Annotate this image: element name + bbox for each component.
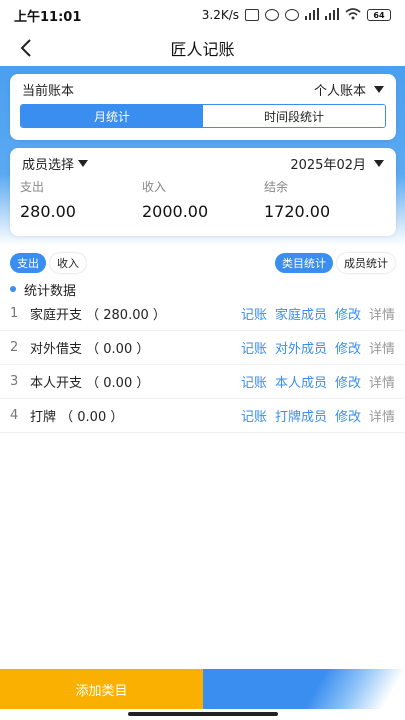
month-label: 2025年02月 [290,157,366,173]
stat-value: 1720.00 [264,202,331,221]
period-segmented-control: 月统计 时间段统计 [20,104,386,128]
members-link[interactable]: 本人成员 [275,372,327,391]
member-select-label: 成员选择 [22,157,75,173]
details-link[interactable]: 详情 [369,338,395,357]
stat-balance: 结余 1720.00 [264,178,386,221]
dropdown-caret-icon [78,159,89,167]
signal-icon-2 [325,7,339,23]
month-selector[interactable]: 2025年02月 [290,154,384,173]
item-index: 3 [10,374,19,389]
signal-icon [305,7,319,23]
section-title-text: 统计数据 [24,283,77,299]
edit-link[interactable]: 修改 [335,372,361,391]
tab-expense[interactable]: 支出 [10,253,46,273]
details-link[interactable]: 详情 [369,406,395,425]
list-item: 4 打牌 （ 0.00 ） 记账 打牌成员 修改 详情 [0,399,405,433]
record-link[interactable]: 记账 [241,406,267,425]
account-selected: 个人账本 [313,83,366,99]
record-link[interactable]: 记账 [241,304,267,323]
members-link[interactable]: 打牌成员 [275,406,327,425]
filter-tabs: 支出 收入 类目统计 成员统计 [0,252,405,274]
item-index: 4 [10,408,19,423]
edit-link[interactable]: 修改 [335,406,361,425]
nfc-icon [245,9,259,21]
stat-label: 支出 [20,180,45,194]
stat-value: 280.00 [20,202,76,221]
list-item: 1 家庭开支 （ 280.00 ） 记账 家庭成员 修改 详情 [0,297,405,331]
nav-bar: 匠人记账 [0,30,405,66]
stat-expense: 支出 280.00 [20,178,142,221]
summary-card: 成员选择 2025年02月 支出 280.00 收入 2000.00 结余 17… [10,148,396,236]
item-index: 2 [10,340,19,355]
tab-category-stats[interactable]: 类目统计 [275,253,333,273]
secondary-action-button[interactable] [203,669,405,709]
stat-value: 2000.00 [142,202,209,221]
add-category-button[interactable]: 添加类目 [0,669,203,709]
home-indicator [128,712,278,716]
members-link[interactable]: 家庭成员 [275,304,327,323]
member-selector[interactable]: 成员选择 [22,154,89,173]
back-button[interactable] [14,36,38,60]
record-link[interactable]: 记账 [241,338,267,357]
account-label: 当前账本 [22,83,75,99]
tab-monthly[interactable]: 月统计 [21,105,203,127]
status-bar: 上午11:01 3.2K/s 64 [0,0,405,30]
details-link[interactable]: 详情 [369,372,395,391]
battery-icon: 64 [367,9,391,21]
list-item: 2 对外借支 （ 0.00 ） 记账 对外成员 修改 详情 [0,331,405,365]
network-speed: 3.2K/s [201,8,239,22]
footer-bar: 添加类目 [0,669,405,709]
section-title: 统计数据 [10,280,77,299]
wifi-icon [345,7,361,23]
details-link[interactable]: 详情 [369,304,395,323]
record-link[interactable]: 记账 [241,372,267,391]
item-actions: 记账 对外成员 修改 详情 [241,338,395,357]
account-card: 当前账本 个人账本 月统计 时间段统计 [10,74,396,140]
chevron-left-icon [20,39,31,57]
edit-link[interactable]: 修改 [335,338,361,357]
status-time: 上午11:01 [14,9,82,25]
item-actions: 记账 打牌成员 修改 详情 [241,406,395,425]
tab-member-stats[interactable]: 成员统计 [337,253,395,273]
stat-label: 结余 [264,180,289,194]
page-title: 匠人记账 [170,40,235,59]
edit-link[interactable]: 修改 [335,304,361,323]
status-icons: 3.2K/s 64 [201,7,391,23]
list-item: 3 本人开支 （ 0.00 ） 记账 本人成员 修改 详情 [0,365,405,399]
members-link[interactable]: 对外成员 [275,338,327,357]
category-list: 1 家庭开支 （ 280.00 ） 记账 家庭成员 修改 详情 2 对外借支 （… [0,297,405,433]
dropdown-caret-icon [374,85,384,93]
account-selector[interactable]: 个人账本 [314,80,384,99]
item-actions: 记账 家庭成员 修改 详情 [241,304,395,323]
tab-period[interactable]: 时间段统计 [203,105,385,127]
item-name: 家庭开支 （ 280.00 ） [30,308,166,323]
mute-icon [265,9,279,21]
stat-income: 收入 2000.00 [142,178,264,221]
alarm-icon [285,9,299,21]
item-actions: 记账 本人成员 修改 详情 [241,372,395,391]
stat-label: 收入 [142,180,167,194]
tab-income[interactable]: 收入 [50,253,86,273]
item-name: 对外借支 （ 0.00 ） [30,342,150,357]
summary-head: 成员选择 2025年02月 [10,148,396,178]
item-name: 打牌 （ 0.00 ） [30,410,124,425]
summary-stats: 支出 280.00 收入 2000.00 结余 1720.00 [10,178,396,221]
dropdown-caret-icon [374,159,384,167]
bullet-dot-icon [10,286,16,292]
item-index: 1 [10,306,19,321]
account-row: 当前账本 个人账本 [10,74,396,104]
item-name: 本人开支 （ 0.00 ） [30,376,150,391]
